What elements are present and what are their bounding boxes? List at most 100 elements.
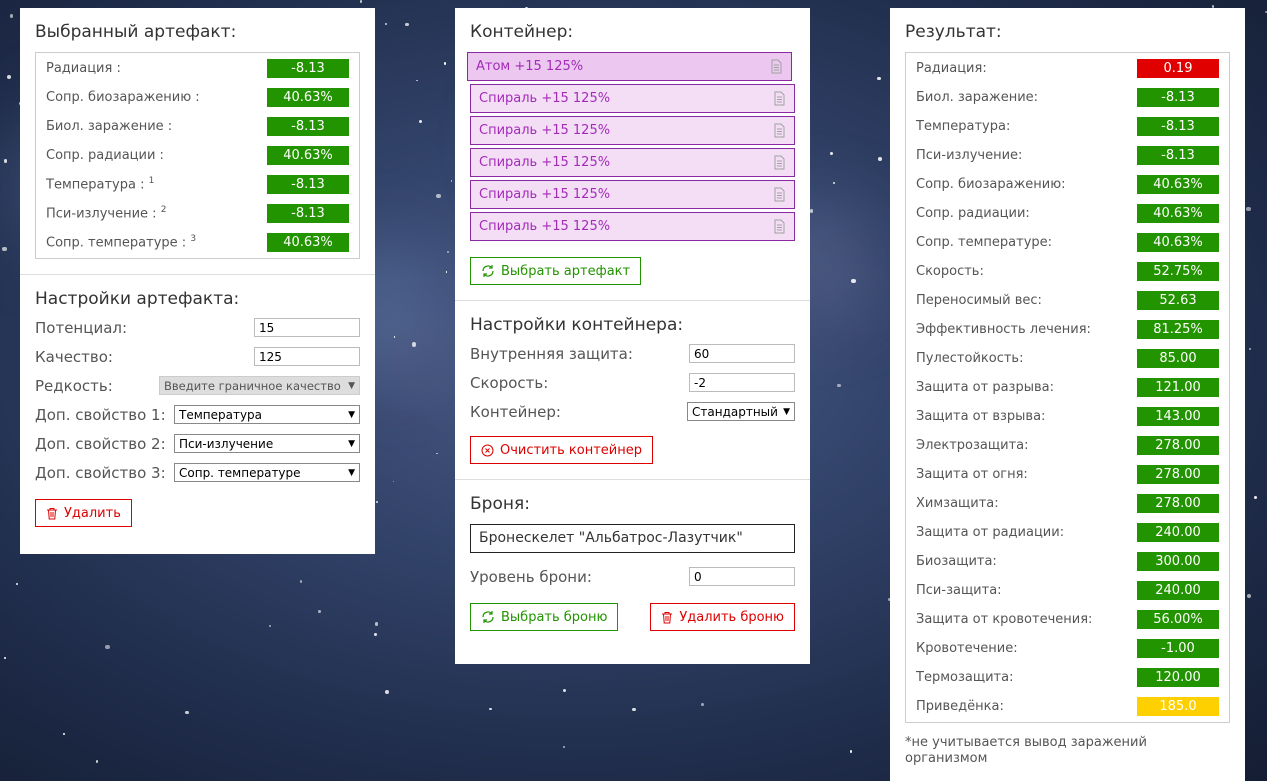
container-type-select[interactable]: Стандартный ▼: [687, 402, 795, 421]
result-value: 300.00: [1137, 552, 1219, 571]
selected-artifact-row: Сопр. биозаражению : 40.63%: [46, 83, 349, 112]
inner-protection-input[interactable]: [689, 344, 795, 363]
select-artifact-label: Выбрать артефакт: [501, 263, 631, 279]
result-value: -1.00: [1137, 639, 1219, 658]
result-value: 278.00: [1137, 436, 1219, 455]
result-label: Температура:: [916, 119, 1011, 134]
result-label: Приведёнка:: [916, 699, 1004, 714]
result-row: Пси-излучение: -8.13: [916, 141, 1219, 170]
select-armor-button[interactable]: Выбрать броню: [470, 603, 619, 631]
result-value: 52.75%: [1137, 262, 1219, 281]
result-label: Пулестойкость:: [916, 351, 1024, 366]
result-value: 56.00%: [1137, 610, 1219, 629]
result-label: Защита от радиации:: [916, 525, 1065, 540]
result-row: Пси-защита: 240.00: [916, 576, 1219, 605]
quality-row: Качество:: [35, 342, 360, 371]
extra1-select-value: Температура: [179, 407, 263, 422]
snowflake: [562, 689, 566, 693]
potential-row: Потенциал:: [35, 313, 360, 342]
chevron-down-icon: ▼: [348, 409, 355, 420]
snowflake: [1254, 496, 1258, 500]
result-label: Химзащита:: [916, 496, 999, 511]
selected-artifact-row: Радиация : -8.13: [46, 54, 349, 83]
selected-artifact-title: Выбранный артефакт:: [35, 22, 237, 42]
snowflake: [489, 707, 492, 710]
result-label: Электрозащита:: [916, 438, 1029, 453]
snowflake: [445, 270, 448, 273]
document-icon[interactable]: [772, 219, 786, 234]
potential-label: Потенциал:: [35, 318, 128, 337]
extra1-select[interactable]: Температура ▼: [174, 405, 360, 424]
result-row: Эффективность лечения: 81.25%: [916, 315, 1219, 344]
result-row: Электрозащита: 278.00: [916, 431, 1219, 460]
result-label: Биозащита:: [916, 554, 997, 569]
rarity-select[interactable]: Введите граничное качество ▼: [159, 376, 360, 395]
armor-level-input[interactable]: [689, 567, 795, 586]
armor-name-box[interactable]: Бронескелет "Альбатрос-Лазутчик": [470, 524, 795, 553]
snowflake: [318, 610, 322, 614]
selected-artifact-row: Температура : 1 -8.13: [46, 170, 349, 199]
trash-icon: [47, 507, 57, 519]
result-row: Сопр. биозаражению: 40.63%: [916, 170, 1219, 199]
snowflake: [701, 703, 704, 706]
result-row: Защита от кровотечения: 56.00%: [916, 605, 1219, 634]
prop-label: Биол. заражение :: [46, 119, 173, 134]
snowflake: [450, 179, 453, 182]
document-icon[interactable]: [772, 187, 786, 202]
container-item[interactable]: Спираль +15 125%: [470, 180, 795, 209]
result-row: Пулестойкость: 85.00: [916, 344, 1219, 373]
snowflake: [851, 279, 856, 284]
result-panel: Результат: Радиация: 0.19 Биол. заражение:…: [890, 8, 1245, 781]
select-artifact-button[interactable]: Выбрать артефакт: [470, 257, 642, 285]
speed-row: Скорость:: [470, 368, 795, 397]
result-value: -8.13: [1137, 146, 1219, 165]
prop-value: 40.63%: [267, 233, 349, 252]
snowflake: [185, 710, 189, 715]
quality-label: Качество:: [35, 347, 113, 366]
snowflake: [415, 79, 418, 82]
document-icon[interactable]: [772, 91, 786, 106]
result-value: 40.63%: [1137, 233, 1219, 252]
extra2-select[interactable]: Пси-излучение ▼: [174, 434, 360, 453]
prop-value: -8.13: [267, 59, 349, 78]
container-item[interactable]: Спираль +15 125%: [470, 148, 795, 177]
selected-artifact-row: Биол. заражение : -8.13: [46, 112, 349, 141]
clear-container-button[interactable]: Очистить контейнер: [470, 436, 653, 464]
snowflake: [268, 624, 271, 627]
delete-armor-button[interactable]: Удалить броню: [650, 603, 795, 631]
container-item[interactable]: Спираль +15 125%: [470, 116, 795, 145]
rarity-label: Редкость:: [35, 376, 113, 395]
chevron-down-icon: ▼: [783, 406, 790, 417]
result-label: Кровотечение:: [916, 641, 1018, 656]
document-icon[interactable]: [772, 155, 786, 170]
quality-input[interactable]: [254, 347, 360, 366]
container-type-row: Контейнер: Стандартный ▼: [470, 397, 795, 426]
result-label: Сопр. биозаражению:: [916, 177, 1066, 192]
result-value: 240.00: [1137, 523, 1219, 542]
rarity-row: Редкость: Введите граничное качество ▼: [35, 371, 360, 400]
prop-value: -8.13: [267, 117, 349, 136]
potential-input[interactable]: [254, 318, 360, 337]
delete-artifact-button[interactable]: Удалить: [35, 499, 132, 527]
document-icon[interactable]: [769, 59, 783, 74]
result-value: 278.00: [1137, 465, 1219, 484]
prop-value: -8.13: [267, 175, 349, 194]
extra3-select[interactable]: Сопр. температуре ▼: [174, 463, 360, 482]
result-value: 143.00: [1137, 407, 1219, 426]
snowflake: [95, 759, 99, 763]
result-value: 240.00: [1137, 581, 1219, 600]
container-item[interactable]: Спираль +15 125%: [470, 212, 795, 241]
container-item[interactable]: Спираль +15 125%: [470, 84, 795, 113]
delete-artifact-label: Удалить: [64, 505, 121, 521]
inner-protection-label: Внутренняя защита:: [470, 344, 633, 363]
snowflake: [829, 151, 834, 156]
snowflake: [443, 62, 447, 65]
background-glow: [411, 351, 429, 369]
snowflake: [1248, 348, 1251, 351]
snowflake: [63, 733, 66, 736]
document-icon[interactable]: [772, 123, 786, 138]
speed-input[interactable]: [689, 373, 795, 392]
prop-label: Пси-излучение : 2: [46, 205, 167, 222]
result-value: 85.00: [1137, 349, 1219, 368]
container-item[interactable]: Атом +15 125%: [467, 52, 792, 81]
